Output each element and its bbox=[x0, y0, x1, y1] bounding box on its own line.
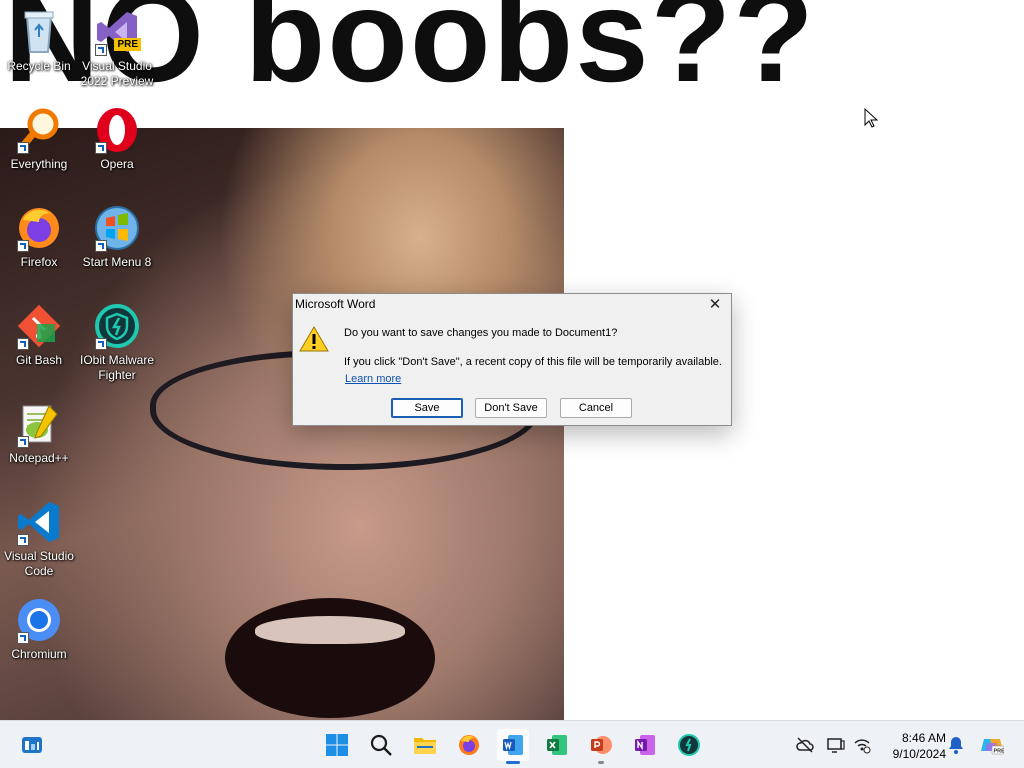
shortcut-arrow-icon bbox=[17, 632, 29, 644]
desktop-icon-label: Start Menu 8 bbox=[82, 255, 152, 269]
shortcut-arrow-icon bbox=[17, 142, 29, 154]
clock-time: 8:46 AM bbox=[901, 731, 946, 745]
desktop-icon-iobit[interactable]: IObit Malware Fighter bbox=[78, 302, 156, 383]
recycle-bin-icon bbox=[15, 8, 63, 56]
save-button[interactable]: Save bbox=[391, 398, 463, 418]
desktop-icon-firefox[interactable]: Firefox bbox=[0, 204, 78, 270]
cancel-button[interactable]: Cancel bbox=[560, 398, 632, 418]
dont-save-button[interactable]: Don't Save bbox=[475, 398, 547, 418]
shortcut-arrow-icon bbox=[17, 338, 29, 350]
preview-badge: PRE bbox=[114, 38, 141, 51]
notepad-plus-plus-icon bbox=[15, 400, 63, 448]
desktop-icon-start-menu-8[interactable]: Start Menu 8 bbox=[78, 204, 156, 270]
widgets-icon[interactable] bbox=[16, 729, 48, 761]
chromium-icon bbox=[15, 596, 63, 644]
notification-bell-icon[interactable] bbox=[946, 735, 966, 755]
network-icon[interactable] bbox=[852, 735, 872, 755]
word-icon[interactable] bbox=[497, 729, 529, 764]
desktop-icon-label: Opera bbox=[100, 157, 134, 171]
onedrive-offline-icon[interactable] bbox=[795, 735, 815, 755]
taskbar: 8:46 AM 9/10/2024 PRE bbox=[0, 720, 1024, 768]
git-bash-icon bbox=[15, 302, 63, 350]
close-icon[interactable]: ✕ bbox=[699, 294, 731, 316]
shortcut-arrow-icon bbox=[17, 240, 29, 252]
start-menu-8-icon bbox=[93, 204, 141, 252]
dialog-question: Do you want to save changes you made to … bbox=[344, 327, 618, 339]
desktop-icon-vscode[interactable]: Visual Studio Code bbox=[0, 498, 78, 579]
desktop-icon-label: Notepad++ bbox=[9, 451, 69, 465]
desktop-icon-label: Recycle Bin bbox=[7, 59, 71, 73]
clock-date: 9/10/2024 bbox=[892, 747, 946, 761]
shortcut-arrow-icon bbox=[17, 436, 29, 448]
shortcut-arrow-icon bbox=[17, 534, 29, 546]
desktop-icon-label: Git Bash bbox=[15, 353, 63, 367]
iobit-icon[interactable] bbox=[673, 729, 705, 761]
copilot-icon[interactable]: PRE bbox=[980, 735, 1005, 755]
opera-icon bbox=[93, 106, 141, 154]
mouse-cursor-icon bbox=[864, 107, 879, 128]
shortcut-arrow-icon bbox=[95, 44, 107, 56]
powerpoint-icon[interactable] bbox=[585, 729, 617, 764]
shortcut-arrow-icon bbox=[95, 338, 107, 350]
start-icon[interactable] bbox=[321, 729, 353, 761]
desktop-icon-git-bash[interactable]: Git Bash bbox=[0, 302, 78, 368]
dialog-title: Microsoft Word bbox=[295, 297, 376, 311]
file-explorer-icon[interactable] bbox=[409, 729, 441, 761]
desktop-icon-label: Visual Studio Code bbox=[4, 549, 74, 578]
desktop-icon-label: Firefox bbox=[20, 255, 58, 269]
dialog-info-text: If you click "Don't Save", a recent copy… bbox=[344, 356, 722, 368]
desktop-icon-everything[interactable]: Everything bbox=[0, 106, 78, 172]
desktop-icon-label: IObit Malware Fighter bbox=[79, 353, 155, 382]
everything-search-icon bbox=[15, 106, 63, 154]
save-changes-dialog: Microsoft Word ✕ Do you want to save cha… bbox=[292, 293, 732, 426]
iobit-malware-fighter-icon bbox=[93, 302, 141, 350]
desktop-icon-recycle-bin[interactable]: Recycle Bin bbox=[0, 8, 78, 74]
firefox-icon bbox=[15, 204, 63, 252]
learn-more-link[interactable]: Learn more bbox=[345, 373, 401, 385]
desktop-icon-label: Chromium bbox=[11, 647, 67, 661]
warning-icon bbox=[299, 326, 329, 352]
shortcut-arrow-icon bbox=[95, 240, 107, 252]
visual-studio-preview-icon: PRE bbox=[93, 8, 141, 56]
desktop-icon-opera[interactable]: Opera bbox=[78, 106, 156, 172]
desktop-icon-label: Everything bbox=[10, 157, 68, 171]
svg-text:PRE: PRE bbox=[994, 749, 1005, 755]
desktop-icon-label: Visual Studio 2022 Preview bbox=[80, 59, 154, 88]
firefox-icon[interactable] bbox=[453, 729, 485, 761]
system-clock[interactable]: 8:46 AM 9/10/2024 bbox=[876, 730, 946, 762]
onenote-icon[interactable] bbox=[629, 729, 661, 761]
desktop-icon-visual-studio-preview[interactable]: PRE Visual Studio 2022 Preview bbox=[78, 8, 156, 89]
display-icon[interactable] bbox=[826, 735, 846, 755]
vscode-icon bbox=[15, 498, 63, 546]
shortcut-arrow-icon bbox=[95, 142, 107, 154]
wallpaper-teeth bbox=[255, 616, 405, 644]
excel-icon[interactable] bbox=[541, 729, 573, 761]
desktop-icon-chromium[interactable]: Chromium bbox=[0, 596, 78, 662]
search-icon[interactable] bbox=[365, 729, 397, 761]
desktop-icon-notepad-plus-plus[interactable]: Notepad++ bbox=[0, 400, 78, 466]
